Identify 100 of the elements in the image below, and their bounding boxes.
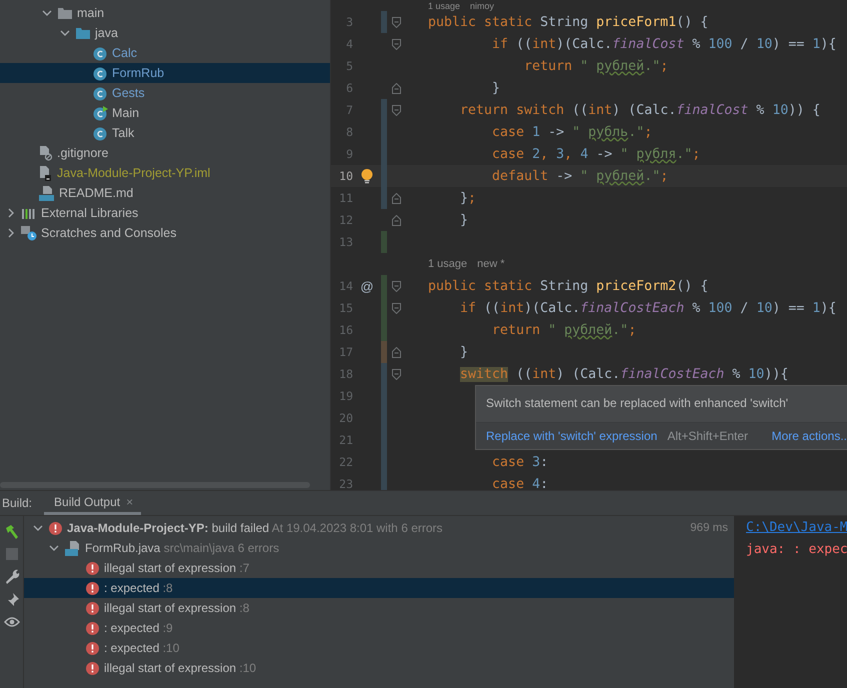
change-marker[interactable] — [381, 473, 387, 490]
fold-icon[interactable] — [392, 82, 400, 94]
file-path-link[interactable]: C:\Dev\Java-M — [746, 520, 847, 542]
class-icon — [93, 66, 108, 80]
more-actions-link[interactable]: More actions.. — [772, 429, 847, 443]
folder-icon — [57, 6, 73, 20]
lightbulb-icon[interactable] — [361, 168, 373, 184]
tree-item[interactable]: FormRub — [0, 63, 330, 83]
hammer-icon[interactable] — [4, 524, 20, 540]
line-number: 13 — [338, 235, 353, 249]
error-icon — [86, 602, 99, 614]
error-row[interactable]: illegal start of expression :10 — [24, 658, 734, 678]
tree-item-label: Talk — [112, 126, 134, 140]
console-error-text: java: : expec — [746, 542, 847, 557]
fold-icon[interactable] — [392, 302, 400, 314]
tree-item[interactable]: Calc — [0, 43, 330, 63]
close-icon[interactable]: × — [126, 494, 134, 508]
tree-item-label: java — [95, 26, 118, 40]
change-marker[interactable] — [381, 363, 387, 385]
code-line: default -> " рублей."; — [491, 168, 668, 184]
tree-item[interactable]: External Libraries — [0, 203, 330, 223]
error-row[interactable]: : expected :9 — [24, 618, 734, 638]
code-line: if ((int)(Calc.finalCostEach % 100 / 10) == 1){ — [459, 300, 836, 316]
error-row[interactable]: : expected :8 — [24, 578, 734, 598]
change-marker[interactable] — [381, 187, 387, 209]
panel-label: Build: — [1, 495, 34, 512]
stop-icon[interactable] — [6, 548, 18, 560]
tree-item[interactable]: Scratches and Consoles — [0, 223, 330, 243]
scratches-icon — [21, 226, 37, 240]
tree-item[interactable]: main — [0, 3, 330, 23]
fold-icon[interactable] — [392, 346, 400, 358]
error-row[interactable]: : expected :10 — [24, 638, 734, 658]
tree-item-label: .gitignore — [57, 146, 108, 160]
error-icon — [86, 662, 99, 674]
build-result-row[interactable]: Java-Module-Project-YP: build failed At 19.04.2023 8:01 with 6 errors 969 ms — [24, 518, 734, 538]
code-line: } — [491, 80, 500, 96]
library-icon — [21, 206, 37, 220]
code-line: if ((int)(Calc.finalCost % 100 / 10) == 1){ — [491, 36, 836, 52]
tree-item[interactable]: Talk — [0, 123, 330, 143]
fold-icon[interactable] — [392, 192, 400, 204]
line-number: 20 — [338, 411, 353, 425]
replace-action-link[interactable]: Replace with 'switch' expression — [486, 429, 658, 443]
line-number: 23 — [338, 477, 353, 490]
change-marker[interactable] — [381, 341, 387, 363]
change-marker[interactable] — [381, 99, 387, 121]
tree-item[interactable]: java — [0, 23, 330, 43]
file-row[interactable]: FormRub.java src\main\java 6 errors — [24, 538, 734, 558]
tree-item-label: FormRub — [112, 66, 164, 80]
tree-item[interactable]: .gitignore — [0, 143, 330, 163]
file-icon — [39, 146, 53, 160]
class-icon — [93, 126, 108, 140]
tree-item[interactable]: Main — [0, 103, 330, 123]
tree-item[interactable]: Gests — [0, 83, 330, 103]
code-line: } — [459, 212, 468, 228]
usage-hint[interactable]: 1 usage — [428, 0, 460, 10]
change-marker[interactable] — [381, 319, 387, 341]
fold-icon[interactable] — [392, 16, 400, 28]
tree-item[interactable]: README.md — [0, 183, 330, 203]
tree-item-label: Scratches and Consoles — [41, 226, 176, 240]
fold-icon[interactable] — [392, 214, 400, 226]
java-file-icon — [65, 540, 80, 556]
line-number: 12 — [338, 213, 353, 227]
popup-message: Switch statement can be replaced with enhanced 'switch' — [485, 395, 790, 412]
error-row[interactable]: illegal start of expression :8 — [24, 598, 734, 618]
fold-icon[interactable] — [392, 280, 400, 292]
usage-hint[interactable]: 1 usage — [428, 258, 468, 270]
code-line: }; — [459, 190, 476, 206]
tree-item-label: main — [77, 6, 104, 20]
line-number: 6 — [345, 81, 353, 95]
line-number: 21 — [338, 433, 353, 447]
code-line: } — [459, 344, 468, 360]
tree-item-label: Java-Module-Project-YP.iml — [57, 166, 210, 180]
line-number: 11 — [338, 191, 353, 205]
line-number: 22 — [338, 455, 353, 469]
code-line: public static String priceForm2() { — [428, 278, 708, 294]
line-number: 8 — [345, 125, 353, 139]
change-marker[interactable] — [381, 231, 387, 253]
line-number: 16 — [338, 323, 353, 337]
error-message: illegal start of expression :10 — [104, 661, 256, 675]
line-number: 10 — [338, 169, 353, 183]
folder-icon — [75, 26, 91, 40]
change-marker[interactable] — [381, 11, 387, 33]
error-message: : expected :10 — [104, 641, 180, 655]
gutter-marker[interactable]: @ — [360, 278, 374, 294]
tree-item-label: Calc — [112, 46, 138, 60]
code-line: return switch ((int) (Calc.finalCost % 10)) { — [459, 102, 820, 118]
tree-item[interactable]: Java-Module-Project-YP.iml — [0, 163, 330, 183]
build-output-tab[interactable]: Build Output × — [44, 491, 142, 515]
markdown-file-icon — [39, 186, 55, 200]
line-number: 15 — [338, 301, 353, 315]
tree-item-label: Gests — [112, 86, 145, 100]
class-icon — [93, 106, 108, 120]
fold-icon[interactable] — [392, 104, 400, 116]
class-icon — [93, 86, 108, 100]
wrench-icon[interactable] — [4, 568, 20, 584]
error-row[interactable]: illegal start of expression :7 — [24, 558, 734, 578]
fold-icon[interactable] — [392, 368, 400, 380]
change-marker[interactable] — [381, 275, 387, 297]
fold-icon[interactable] — [392, 38, 400, 50]
line-number: 14 — [338, 279, 353, 293]
